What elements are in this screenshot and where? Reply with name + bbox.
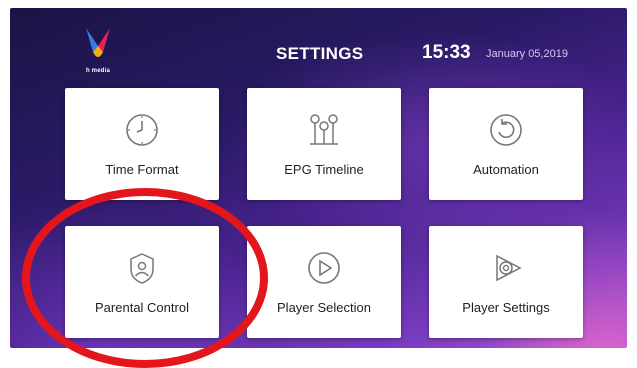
play-circle-icon xyxy=(304,248,344,288)
clock-icon xyxy=(122,110,162,150)
tile-label: EPG Timeline xyxy=(284,162,364,177)
tile-label: Player Selection xyxy=(277,300,371,315)
tile-time-format[interactable]: Time Format xyxy=(65,88,219,200)
tile-label: Time Format xyxy=(105,162,179,177)
timeline-icon xyxy=(304,110,344,150)
clock-time: 15:33 xyxy=(422,42,471,63)
tile-label: Parental Control xyxy=(95,300,189,315)
tile-epg-timeline[interactable]: EPG Timeline xyxy=(247,88,401,200)
current-date: January 05,2019 xyxy=(486,48,568,60)
page-title: SETTINGS xyxy=(276,44,364,63)
logo-text: h media xyxy=(85,68,111,74)
tile-automation[interactable]: Automation xyxy=(429,88,583,200)
player-settings-icon xyxy=(486,248,526,288)
refresh-icon xyxy=(486,110,526,150)
logo-mark-icon xyxy=(86,28,110,57)
brand-logo: h media xyxy=(70,22,126,80)
tile-label: Automation xyxy=(473,162,539,177)
tile-label: Player Settings xyxy=(462,300,550,315)
tile-player-selection[interactable]: Player Selection xyxy=(247,226,401,338)
tile-parental-control[interactable]: Parental Control xyxy=(65,226,219,338)
shield-user-icon xyxy=(122,248,162,288)
tile-player-settings[interactable]: Player Settings xyxy=(429,226,583,338)
settings-screen: h media SETTINGS 15:33 January 05,2019 T… xyxy=(10,8,627,348)
